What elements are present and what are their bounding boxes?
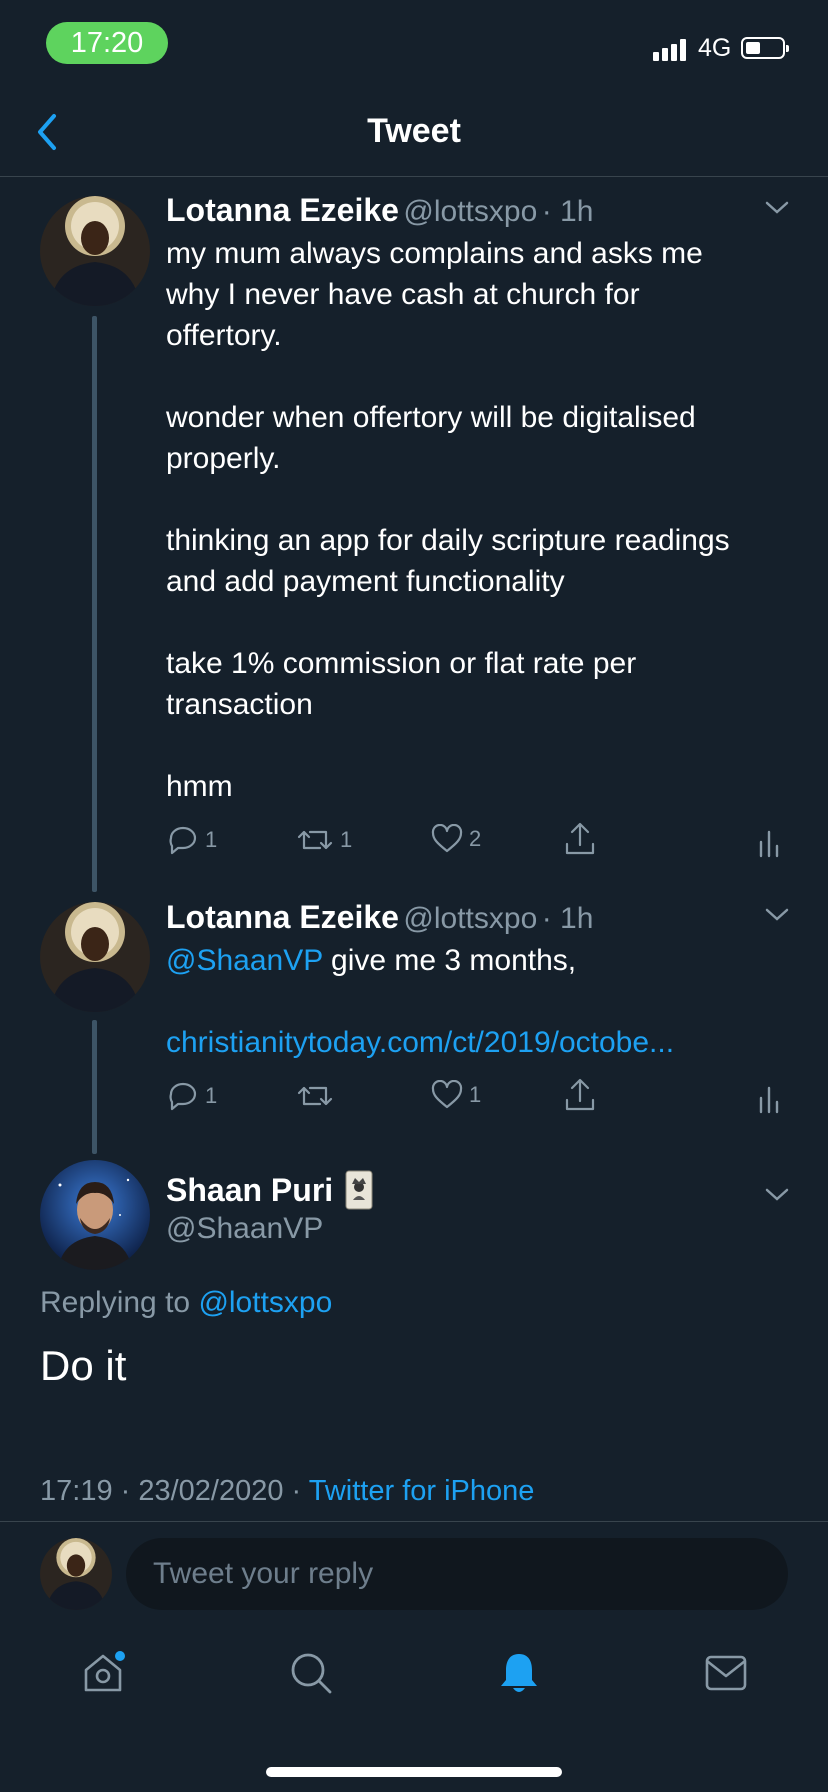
mention-link[interactable]: @ShaanVP — [166, 944, 323, 977]
retweet-button[interactable]: 1 — [296, 824, 352, 856]
signal-icon — [653, 37, 686, 61]
status-time: 17:20 — [46, 22, 168, 64]
reply-input[interactable]: Tweet your reply — [126, 1538, 788, 1610]
thread-line — [92, 316, 97, 892]
tweet-text-body: give me 3 months, — [322, 944, 577, 977]
tweet-timestamp: 17:19 · 23/02/2020 · — [40, 1475, 302, 1507]
retweet-count: 1 — [340, 827, 353, 852]
like-button[interactable]: 1 — [431, 1080, 481, 1110]
author-name: Lotanna Ezeike — [166, 192, 399, 228]
analytics-button[interactable] — [758, 1084, 780, 1114]
tab-messages[interactable] — [703, 1652, 749, 1699]
reply-count: 1 — [205, 1083, 218, 1108]
analytics-icon — [759, 830, 779, 858]
chevron-down-icon — [765, 1188, 789, 1201]
tweet-age: · 1h — [541, 195, 594, 228]
tweet-menu-button[interactable] — [764, 200, 790, 221]
avatar[interactable] — [40, 902, 150, 1012]
notifications-icon — [501, 1654, 537, 1692]
share-icon — [565, 1078, 595, 1111]
reply-count: 1 — [205, 827, 218, 852]
replying-to-prefix: Replying to — [40, 1286, 191, 1319]
share-button[interactable] — [564, 1078, 596, 1112]
tab-home[interactable] — [80, 1650, 126, 1701]
tweet-text: my mum always complains and asks me why … — [166, 237, 730, 803]
reply-button[interactable]: 1 — [167, 824, 217, 856]
chevron-down-icon — [765, 908, 789, 921]
messages-icon — [705, 1655, 747, 1691]
author-handle: @lottsxpo — [403, 195, 538, 228]
page-title: Tweet — [367, 112, 461, 150]
reply-button[interactable]: 1 — [167, 1080, 217, 1112]
tweet-menu-button[interactable] — [764, 1187, 790, 1208]
tab-search[interactable] — [288, 1650, 334, 1701]
reply-icon — [169, 826, 197, 855]
main-tweet-author[interactable]: Shaan Puri — [166, 1170, 373, 1210]
tweet-menu-button[interactable] — [764, 907, 790, 928]
home-indicator[interactable] — [266, 1767, 562, 1777]
like-button[interactable]: 2 — [431, 824, 481, 854]
reply-icon — [169, 1082, 197, 1111]
author-handle[interactable]: @ShaanVP — [166, 1212, 323, 1246]
heart-icon — [431, 1080, 463, 1109]
search-icon — [291, 1653, 332, 1694]
joker-card-icon — [345, 1170, 373, 1210]
avatar[interactable] — [40, 1160, 150, 1270]
header-divider — [0, 176, 828, 177]
analytics-button[interactable] — [758, 828, 780, 858]
replying-to-link[interactable]: @lottsxpo — [198, 1286, 332, 1319]
network-label: 4G — [698, 34, 732, 62]
tweet-author[interactable]: Lotanna Ezeike @lottsxpo · 1h — [166, 192, 593, 229]
like-count: 1 — [469, 1082, 482, 1107]
chevron-down-icon — [765, 201, 789, 214]
tweet-url-link[interactable]: christianitytoday.com/ct/2019/octobe... — [166, 1022, 806, 1063]
retweet-button[interactable] — [296, 1080, 340, 1112]
share-button[interactable] — [564, 822, 596, 856]
my-avatar[interactable] — [40, 1538, 112, 1610]
tweet-age: · 1h — [541, 902, 594, 935]
home-icon — [84, 1651, 125, 1692]
tweet-author[interactable]: Lotanna Ezeike @lottsxpo · 1h — [166, 899, 593, 936]
analytics-icon — [759, 1086, 779, 1114]
author-name: Lotanna Ezeike — [166, 899, 399, 935]
author-handle: @lottsxpo — [403, 902, 538, 935]
replying-to: Replying to @lottsxpo — [40, 1286, 332, 1320]
battery-icon — [741, 37, 789, 59]
avatar[interactable] — [40, 196, 150, 306]
share-icon — [565, 822, 595, 855]
thread-line — [92, 1020, 97, 1154]
like-count: 2 — [469, 826, 482, 851]
author-name: Shaan Puri — [166, 1171, 334, 1208]
retweet-icon — [297, 830, 333, 850]
tab-notifications[interactable] — [496, 1650, 542, 1701]
tweet-text: @ShaanVP give me 3 months, — [166, 940, 806, 981]
heart-icon — [431, 824, 463, 853]
retweet-icon — [297, 1086, 333, 1106]
main-tweet-text: Do it — [40, 1342, 127, 1389]
tweet-source-link[interactable]: Twitter for iPhone — [309, 1475, 535, 1507]
composer-divider — [0, 1521, 828, 1522]
tweet-meta: 17:19 · 23/02/2020 · Twitter for iPhone — [40, 1475, 534, 1508]
